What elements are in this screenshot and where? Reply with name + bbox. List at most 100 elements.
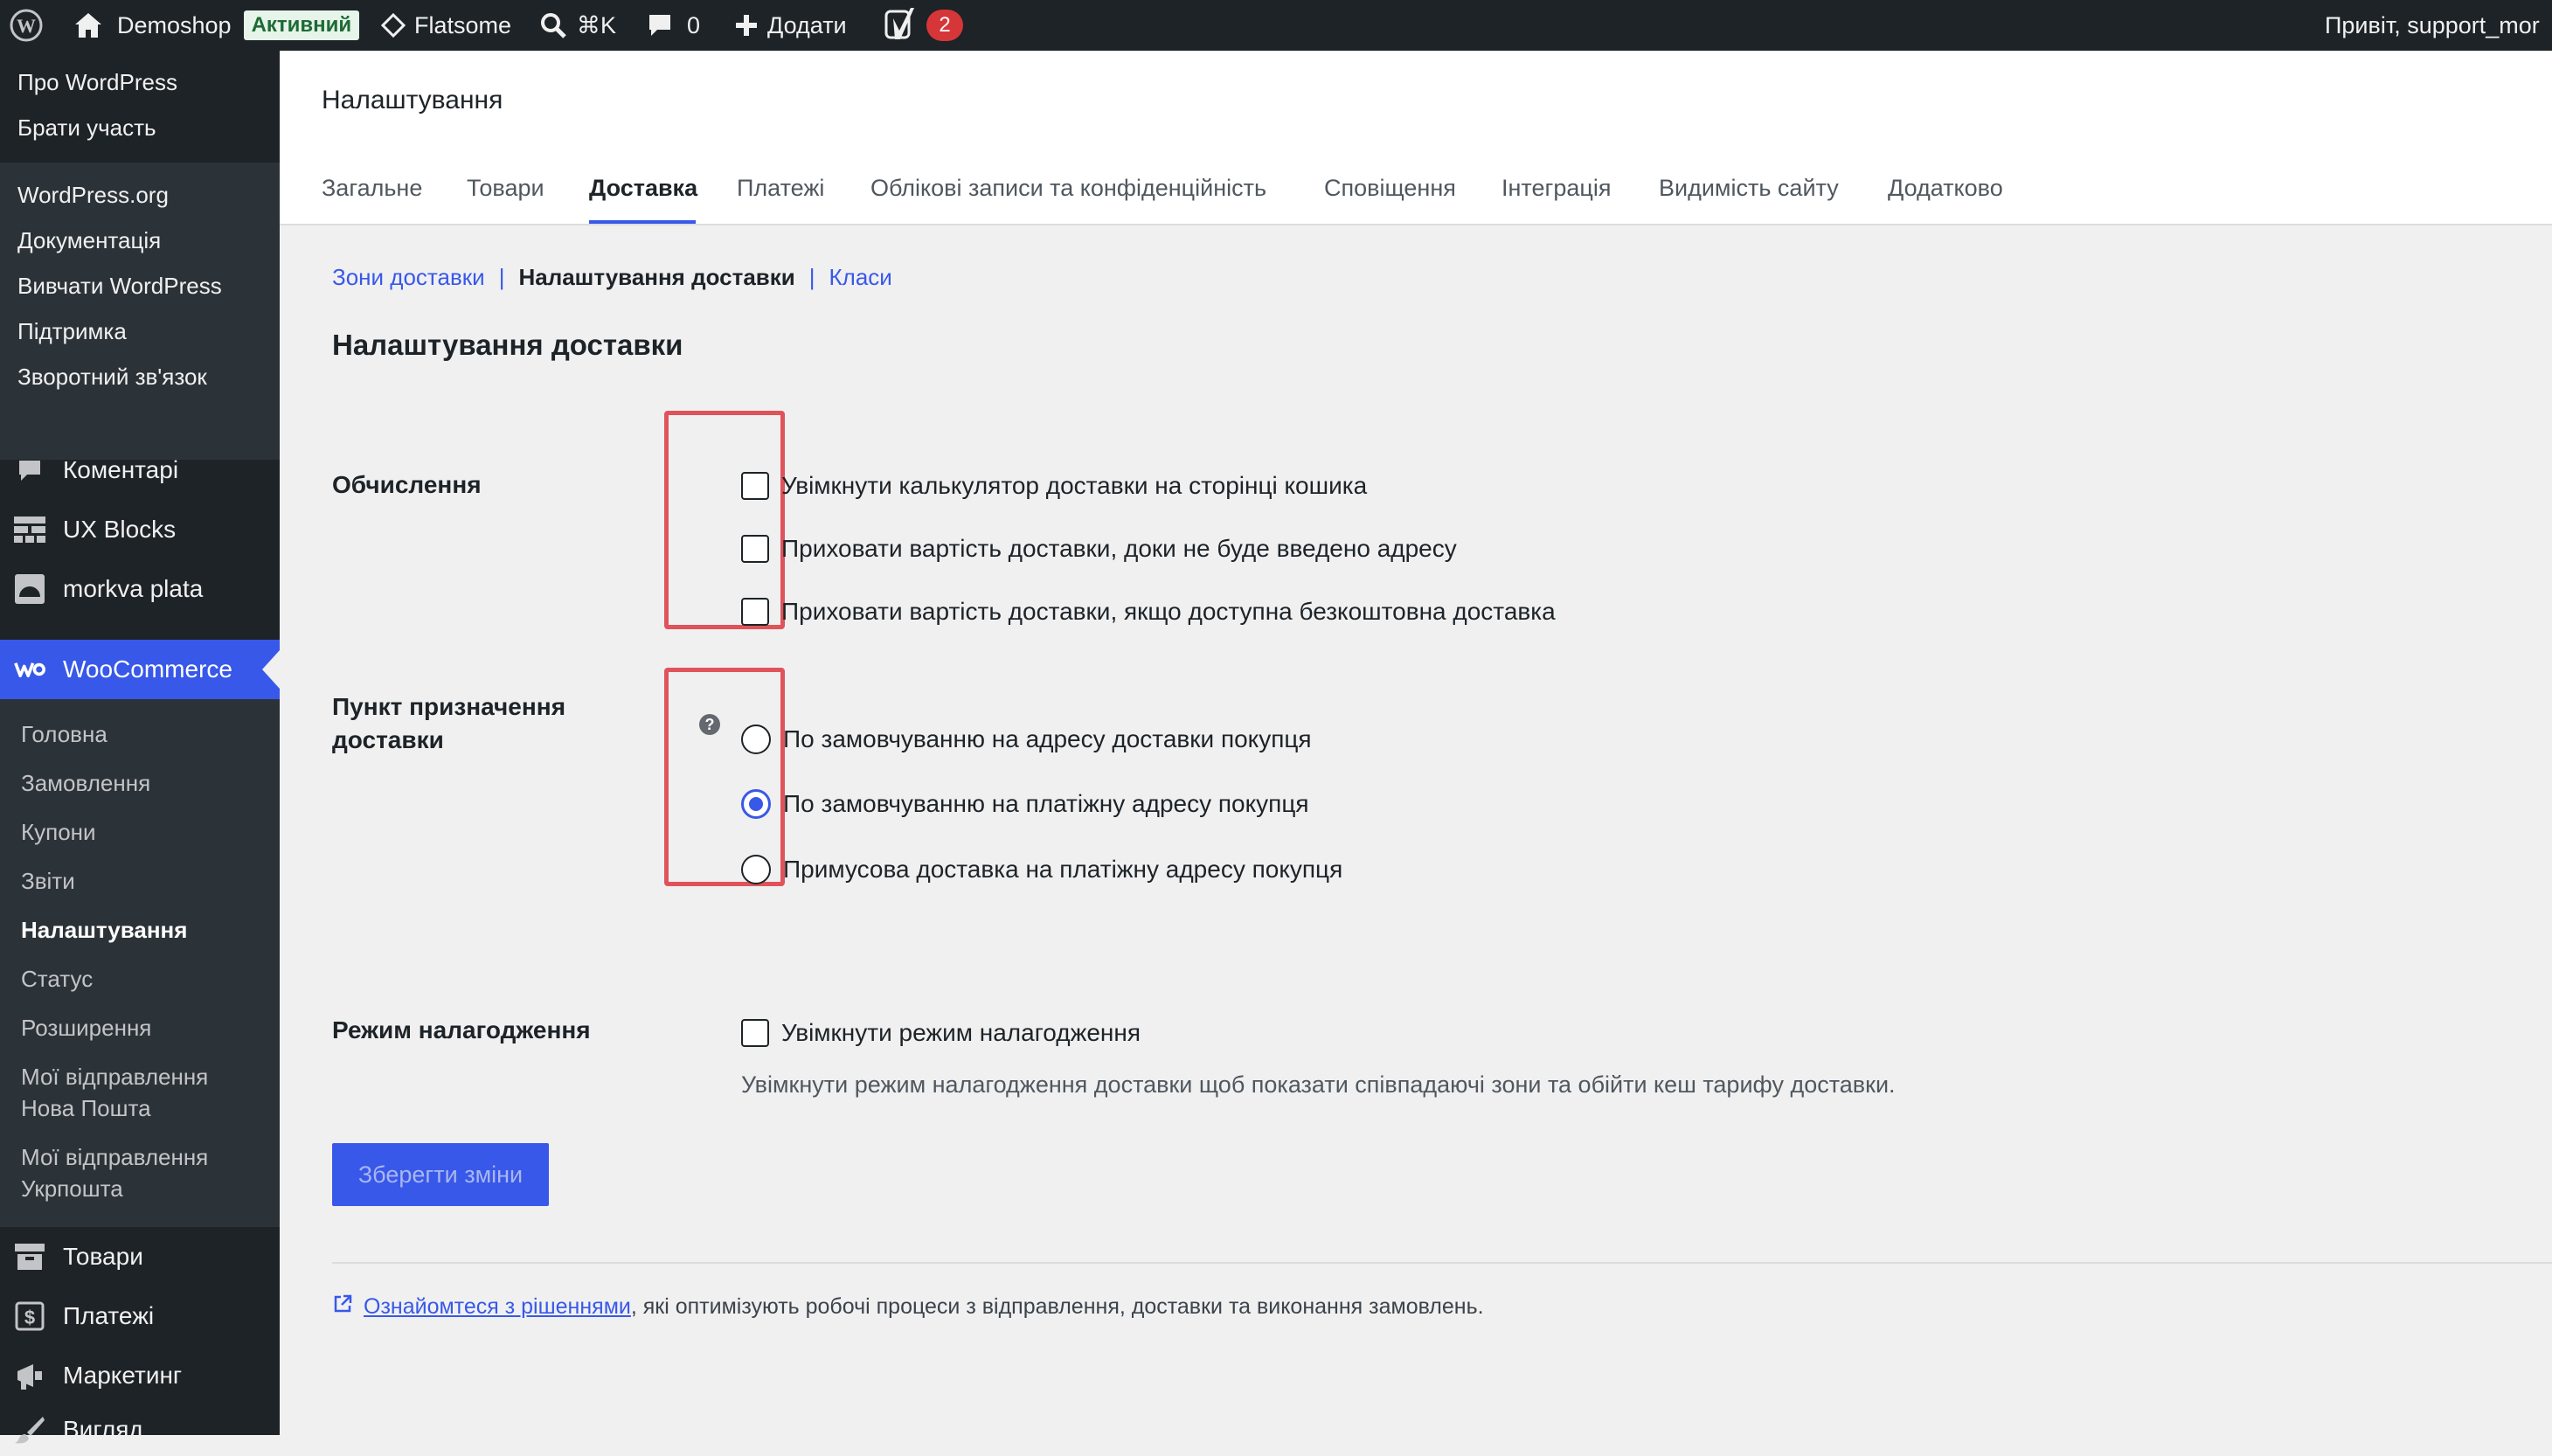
tab-products[interactable]: Товари <box>467 175 544 202</box>
submenu-extensions[interactable]: Розширення <box>21 1012 151 1043</box>
sidebar-item-comments[interactable]: Коментарі <box>0 446 280 495</box>
status-badge: Активний <box>243 10 360 40</box>
sidebar-item-woocommerce[interactable]: WooCommerce <box>0 640 280 699</box>
submenu-nova-poshta[interactable]: Мої відправлення Нова Пошта <box>21 1061 208 1124</box>
yoast-icon <box>884 8 916 43</box>
settings-header: Налаштування Загальне Товари Доставка Пл… <box>280 51 2552 225</box>
submenu-orders[interactable]: Замовлення <box>21 767 150 799</box>
comment-bubble-icon <box>647 12 673 38</box>
diamond-icon <box>381 13 406 38</box>
sidebar-item-marketing[interactable]: Маркетинг <box>0 1349 280 1402</box>
checkbox[interactable] <box>741 1019 769 1047</box>
grid-blocks-icon <box>14 514 45 545</box>
account-greeting[interactable]: Привіт, support_mor <box>2325 0 2540 51</box>
debug-description: Увімкнути режим налагодження доставки що… <box>741 1071 1896 1098</box>
tab-shipping[interactable]: Доставка <box>589 175 697 202</box>
flyout-learn-wordpress[interactable]: Вивчати WordPress <box>17 273 222 300</box>
page-title: Налаштування <box>322 86 503 114</box>
option-enable-debug-mode[interactable]: Увімкнути режим налагодження <box>741 1016 1141 1050</box>
radio-button-selected[interactable] <box>741 789 771 819</box>
tab-payments[interactable]: Платежі <box>737 175 824 202</box>
option-force-billing-address[interactable]: Примусова доставка на платіжну адресу по… <box>741 852 1342 887</box>
sidebar-item-label: Товари <box>63 1243 143 1270</box>
tab-site-visibility[interactable]: Видимість сайту <box>1659 175 1839 202</box>
option-label: Увімкнути калькулятор доставки на сторін… <box>781 472 1368 499</box>
option-label: Приховати вартість доставки, доки не буд… <box>781 535 1457 562</box>
subnav-shipping-classes[interactable]: Класи <box>829 264 892 291</box>
yoast-count-badge: 2 <box>926 10 963 41</box>
megaphone-icon <box>14 1360 45 1391</box>
subnav-shipping-options[interactable]: Налаштування доставки <box>518 264 794 291</box>
option-default-shipping-address[interactable]: По замовчуванню на адресу доставки покуп… <box>741 722 1312 757</box>
sidebar-item-label: Платежі <box>63 1302 155 1329</box>
shipping-subnav: Зони доставки | Налаштування доставки | … <box>332 264 892 291</box>
option-label: По замовчуванню на платіжну адресу покуп… <box>783 790 1309 817</box>
destination-label: Пункт призначення доставки <box>332 690 565 757</box>
svg-text:W: W <box>17 15 36 37</box>
flyout-wordpress-org[interactable]: WordPress.org <box>17 182 169 209</box>
footer-note: Ознайомтеся з рішеннями , які оптимізуют… <box>332 1293 1484 1321</box>
section-title: Налаштування доставки <box>332 329 683 361</box>
option-enable-cart-calculator[interactable]: Увімкнути калькулятор доставки на сторін… <box>741 468 1367 503</box>
main-content: Налаштування Загальне Товари Доставка Пл… <box>280 51 2552 1435</box>
sidebar-item-morkva-plata[interactable]: morkva plata <box>0 563 280 615</box>
radio-button[interactable] <box>741 725 771 754</box>
flyout-get-involved[interactable]: Брати участь <box>17 114 156 142</box>
option-label: По замовчуванню на адресу доставки покуп… <box>783 725 1312 752</box>
admin-bar: W Demoshop Активний Flatsome ⌘K 0 Додати <box>0 0 2552 51</box>
theme-menu[interactable]: Flatsome <box>381 0 511 51</box>
sidebar-item-label: Коментарі <box>63 456 179 483</box>
tab-accounts-privacy[interactable]: Облікові записи та конфіденційність <box>870 175 1266 202</box>
sidebar-item-products[interactable]: Товари <box>0 1231 280 1283</box>
tab-general[interactable]: Загальне <box>322 175 422 202</box>
flyout-documentation[interactable]: Документація <box>17 227 161 254</box>
sidebar-item-appearance[interactable]: Вигляд <box>0 1404 280 1456</box>
submenu-home[interactable]: Головна <box>21 718 107 750</box>
submenu-label-line: Нова Пошта <box>21 1095 151 1121</box>
search-icon <box>540 12 566 38</box>
submenu-reports[interactable]: Звіти <box>21 865 75 897</box>
flyout-feedback[interactable]: Зворотний зв'язок <box>17 364 207 391</box>
morkva-plata-icon <box>14 573 45 605</box>
submenu-status[interactable]: Статус <box>21 963 93 995</box>
tab-emails[interactable]: Сповіщення <box>1324 175 1456 202</box>
comments-menu[interactable]: 0 <box>647 0 700 51</box>
sidebar-item-label: Маркетинг <box>63 1362 183 1389</box>
sidebar-item-payments[interactable]: $ Платежі <box>0 1290 280 1342</box>
tab-integration[interactable]: Інтеграція <box>1501 175 1611 202</box>
footer-text: , які оптимізують робочі процеси з відпр… <box>630 1294 1484 1319</box>
checkbox[interactable] <box>741 535 769 563</box>
submenu-settings[interactable]: Налаштування <box>21 914 187 946</box>
subnav-separator: | <box>498 264 505 290</box>
solutions-link[interactable]: Ознайомтеся з рішеннями <box>364 1294 631 1320</box>
sidebar-item-label: WooCommerce <box>63 655 232 683</box>
option-hide-costs-free-shipping[interactable]: Приховати вартість доставки, якщо доступ… <box>741 594 1556 629</box>
command-search[interactable]: ⌘K <box>540 0 616 51</box>
submenu-ukrposhta[interactable]: Мої відправлення Укрпошта <box>21 1141 208 1204</box>
sidebar-item-ux-blocks[interactable]: UX Blocks <box>0 503 280 556</box>
checkbox[interactable] <box>741 472 769 500</box>
wordpress-logo-icon[interactable]: W <box>9 0 44 51</box>
shortcut-label: ⌘K <box>577 11 617 38</box>
sidebar-item-label: UX Blocks <box>63 516 177 543</box>
svg-text:$: $ <box>24 1307 35 1328</box>
label-line: Пункт призначення <box>332 693 566 720</box>
option-hide-costs-until-address[interactable]: Приховати вартість доставки, доки не буд… <box>741 531 1457 566</box>
calculations-label: Обчислення <box>332 471 482 498</box>
submenu-coupons[interactable]: Купони <box>21 816 96 848</box>
subnav-shipping-zones[interactable]: Зони доставки <box>332 264 485 291</box>
archive-box-icon <box>14 1241 45 1272</box>
save-changes-button[interactable]: Зберегти зміни <box>332 1143 549 1206</box>
flyout-about-wordpress[interactable]: Про WordPress <box>17 69 177 96</box>
tab-advanced[interactable]: Додатково <box>1888 175 2003 202</box>
option-label: Увімкнути режим налагодження <box>781 1019 1141 1046</box>
home-icon <box>73 11 103 39</box>
add-new-menu[interactable]: Додати <box>734 0 847 51</box>
radio-button[interactable] <box>741 855 771 884</box>
option-default-billing-address[interactable]: По замовчуванню на платіжну адресу покуп… <box>741 787 1309 822</box>
yoast-menu[interactable]: 2 <box>884 0 963 51</box>
site-menu[interactable]: Demoshop Активний <box>73 0 360 51</box>
checkbox[interactable] <box>741 598 769 626</box>
flyout-support[interactable]: Підтримка <box>17 318 127 345</box>
label-line: доставки <box>332 726 444 753</box>
